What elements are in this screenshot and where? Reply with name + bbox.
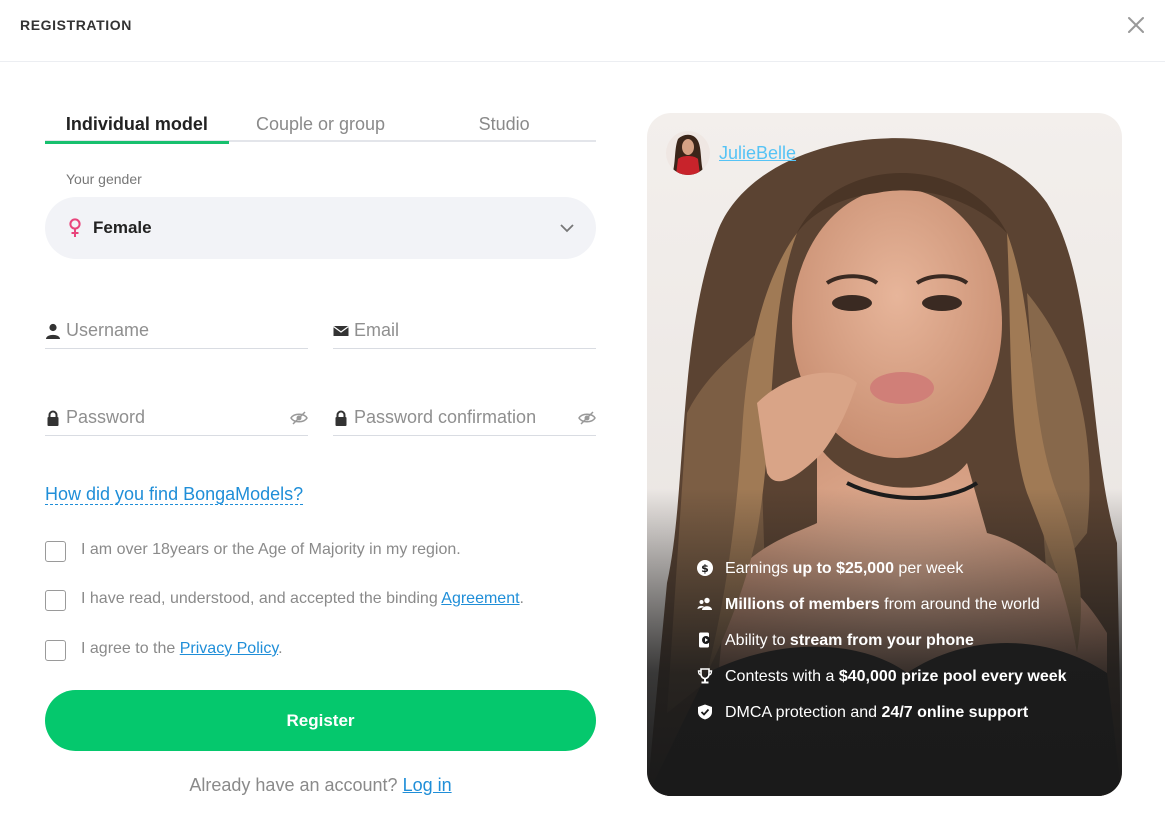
modal-title: REGISTRATION xyxy=(20,17,132,33)
promo-card: JulieBelle $ Earnings up to $25,000 per … xyxy=(647,113,1122,796)
svg-text:$: $ xyxy=(701,562,709,575)
agreement-checkbox[interactable] xyxy=(45,590,66,611)
agreement-row: I have read, understood, and accepted th… xyxy=(45,589,605,611)
privacy-checkbox[interactable] xyxy=(45,640,66,661)
user-icon xyxy=(45,323,61,339)
how-did-you-find-link[interactable]: How did you find BongaModels? xyxy=(45,484,304,505)
benefit-text: per week xyxy=(893,560,964,577)
privacy-text: I agree to the xyxy=(81,640,180,657)
username-field xyxy=(45,313,308,349)
login-prompt: Already have an account? Log in xyxy=(45,775,596,796)
modal-header: REGISTRATION xyxy=(0,0,1165,62)
dollar-icon: $ xyxy=(697,560,713,576)
login-link[interactable]: Log in xyxy=(403,775,452,795)
benefit-contests: Contests with a $40,000 prize pool every… xyxy=(697,666,1107,687)
privacy-period: . xyxy=(278,640,283,657)
gender-label: Your gender xyxy=(66,171,142,187)
benefit-text: Earnings xyxy=(725,560,793,577)
tab-couple-or-group[interactable]: Couple or group xyxy=(229,110,413,142)
register-button[interactable]: Register xyxy=(45,690,596,751)
gender-value: Female xyxy=(93,218,152,237)
age-checkbox[interactable] xyxy=(45,541,66,562)
tab-studio[interactable]: Studio xyxy=(412,110,596,142)
benefit-bold: $40,000 prize pool every week xyxy=(838,668,1067,685)
benefit-text: from around the world xyxy=(879,596,1040,613)
chevron-down-icon xyxy=(559,220,575,236)
username-input[interactable] xyxy=(66,317,266,343)
benefit-bold: Millions of members xyxy=(725,596,880,613)
login-prompt-text: Already have an account? xyxy=(189,775,398,795)
gender-select[interactable]: Female xyxy=(45,197,596,259)
privacy-checkbox-label: I agree to the Privacy Policy. xyxy=(81,640,283,658)
trophy-icon xyxy=(697,668,713,684)
agreement-period: . xyxy=(519,590,524,607)
eye-slash-icon[interactable] xyxy=(578,410,596,426)
close-icon[interactable] xyxy=(1124,13,1148,37)
benefit-dmca: DMCA protection and 24/7 online support xyxy=(697,702,1107,723)
benefit-text: DMCA protection and xyxy=(725,704,882,721)
tab-individual-model[interactable]: Individual model xyxy=(45,110,229,144)
benefit-members: Millions of members from around the worl… xyxy=(697,594,1107,615)
benefit-bold: stream from your phone xyxy=(789,632,974,649)
benefit-stream: Ability to stream from your phone xyxy=(697,630,1107,651)
benefit-text: Contests with a xyxy=(725,668,839,685)
lock-icon xyxy=(333,410,349,426)
benefit-earnings: $ Earnings up to $25,000 per week xyxy=(697,558,1107,579)
password-input[interactable] xyxy=(66,404,266,430)
age-confirmation-row: I am over 18years or the Age of Majority… xyxy=(45,540,605,562)
privacy-row: I agree to the Privacy Policy. xyxy=(45,639,605,661)
users-icon xyxy=(697,596,713,612)
benefits-list: $ Earnings up to $25,000 per week Millio… xyxy=(697,558,1107,738)
lock-icon xyxy=(45,410,61,426)
agreement-link[interactable]: Agreement xyxy=(441,590,519,607)
benefit-text: Ability to xyxy=(725,632,790,649)
age-checkbox-label: I am over 18years or the Age of Majority… xyxy=(81,541,461,558)
email-input[interactable] xyxy=(354,317,554,343)
agreement-checkbox-label: I have read, understood, and accepted th… xyxy=(81,590,524,608)
privacy-policy-link[interactable]: Privacy Policy xyxy=(180,640,278,657)
model-avatar[interactable] xyxy=(666,131,710,175)
shield-icon xyxy=(697,704,713,720)
email-field xyxy=(333,313,596,349)
envelope-icon xyxy=(333,323,349,339)
model-name-link[interactable]: JulieBelle xyxy=(719,143,796,164)
phone-stream-icon xyxy=(697,632,713,648)
female-icon xyxy=(68,218,82,238)
password-confirmation-input[interactable] xyxy=(354,404,554,430)
benefit-bold: 24/7 online support xyxy=(881,704,1029,721)
benefit-bold: up to $25,000 xyxy=(792,560,894,577)
registration-type-tabs: Individual model Couple or group Studio xyxy=(45,110,596,144)
password-confirmation-field xyxy=(333,400,596,436)
password-field xyxy=(45,400,308,436)
agreement-text: I have read, understood, and accepted th… xyxy=(81,590,442,607)
eye-slash-icon[interactable] xyxy=(290,410,308,426)
